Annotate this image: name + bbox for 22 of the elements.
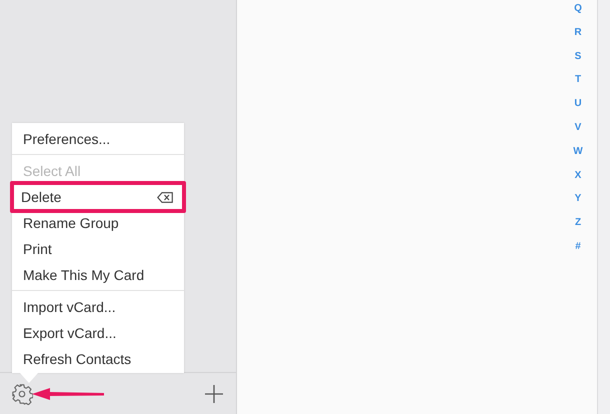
index-letter[interactable]: T <box>574 74 582 98</box>
index-letter[interactable]: Q <box>574 3 582 27</box>
index-letter[interactable]: R <box>574 26 582 51</box>
settings-icon[interactable] <box>11 382 33 404</box>
menu-item[interactable]: Delete <box>10 181 186 213</box>
menu-item[interactable]: Make This My Card <box>12 262 184 288</box>
menu-item[interactable]: Refresh Contacts <box>12 346 184 372</box>
index-letter[interactable]: X <box>574 170 582 194</box>
index-letter[interactable]: # <box>575 240 581 265</box>
menu-item[interactable]: Export vCard... <box>12 320 184 346</box>
annotation-arrow <box>32 386 104 402</box>
menu-item[interactable]: Preferences... <box>12 126 184 152</box>
index-letter[interactable]: V <box>574 122 582 146</box>
index-letter[interactable]: W <box>573 146 583 170</box>
menu-item[interactable]: Import vCard... <box>12 294 184 320</box>
index-letter[interactable]: Z <box>574 217 582 241</box>
index-letter[interactable]: S <box>574 50 582 74</box>
index-letter[interactable]: U <box>574 98 582 122</box>
menu-item[interactable]: Rename Group <box>12 210 184 236</box>
index-letter[interactable]: Y <box>574 193 582 218</box>
add-icon[interactable] <box>204 384 224 404</box>
menu-item[interactable]: Print <box>12 236 184 262</box>
